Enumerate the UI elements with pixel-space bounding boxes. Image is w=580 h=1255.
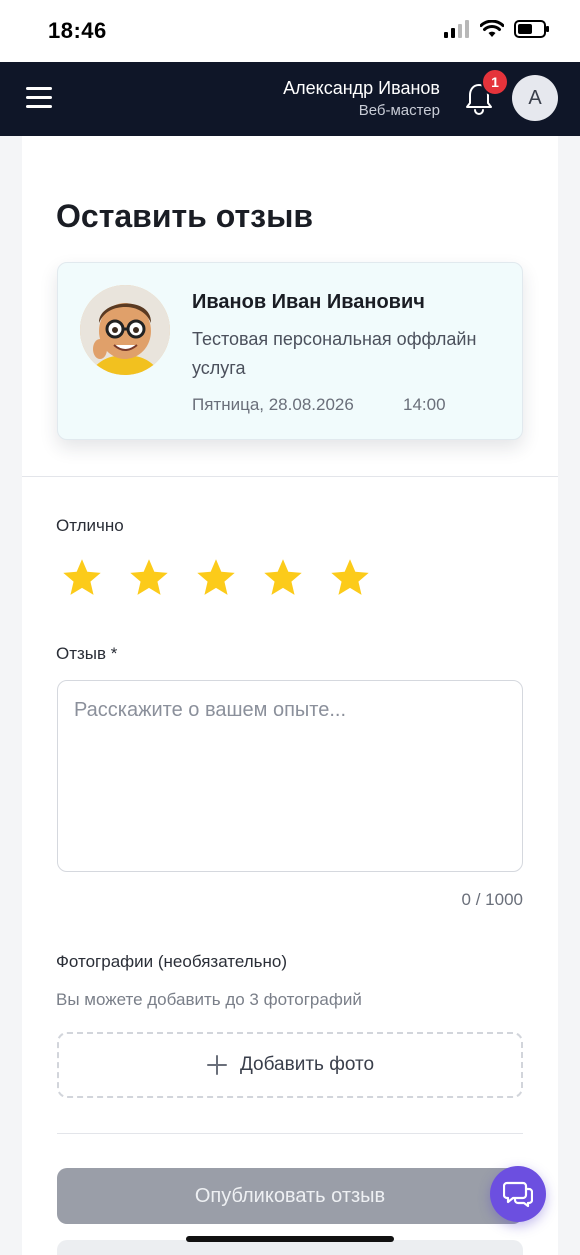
chat-button[interactable] <box>490 1166 546 1222</box>
status-bar: 18:46 <box>0 0 580 62</box>
star-icon[interactable] <box>328 556 372 600</box>
wifi-icon <box>480 20 504 37</box>
service-card: Иванов Иван Иванович Тестовая персональн… <box>57 262 523 440</box>
status-icons <box>444 20 550 38</box>
star-icon[interactable] <box>261 556 305 600</box>
service-time: 14:00 <box>403 395 446 414</box>
publish-review-button[interactable]: Опубликовать отзыв <box>57 1168 523 1224</box>
notification-badge: 1 <box>481 68 509 96</box>
user-role: Веб-мастер <box>358 102 440 119</box>
add-photo-label: Добавить фото <box>239 1054 375 1075</box>
specialist-photo-icon <box>80 285 170 375</box>
star-rating <box>60 556 372 600</box>
main-content: Оставить отзыв Иванов Иван Иванович Тест… <box>22 136 558 1255</box>
cellular-signal-icon <box>444 20 469 38</box>
chat-bubbles-icon <box>503 1181 533 1208</box>
specialist-name: Иванов Иван Иванович <box>192 291 425 313</box>
page-title: Оставить отзыв <box>56 198 314 234</box>
menu-icon[interactable] <box>26 87 52 109</box>
user-avatar[interactable]: A <box>512 75 558 121</box>
star-icon[interactable] <box>194 556 238 600</box>
specialist-avatar <box>80 285 170 375</box>
rating-label: Отлично <box>56 516 124 535</box>
review-textarea[interactable] <box>57 680 523 872</box>
divider <box>57 1133 523 1134</box>
user-name: Александр Иванов <box>283 78 440 98</box>
star-icon[interactable] <box>60 556 104 600</box>
review-label: Отзыв * <box>56 644 118 663</box>
divider <box>22 476 558 477</box>
photos-hint: Вы можете добавить до 3 фотографий <box>56 990 362 1009</box>
battery-icon <box>514 20 549 38</box>
home-indicator <box>186 1236 394 1242</box>
secondary-button-partial[interactable] <box>57 1240 523 1255</box>
status-time: 18:46 <box>48 18 107 43</box>
plus-icon <box>206 1055 227 1075</box>
user-info[interactable]: Александр Иванов Веб-мастер <box>283 76 440 122</box>
character-counter: 0 / 1000 <box>461 890 523 909</box>
service-date: Пятница, 28.08.2026 <box>192 395 354 414</box>
add-photo-button[interactable]: Добавить фото <box>57 1032 523 1098</box>
photos-label: Фотографии (необязательно) <box>56 952 288 971</box>
service-title: Тестовая персональная оффлайн услуга <box>192 329 477 378</box>
star-icon[interactable] <box>127 556 171 600</box>
